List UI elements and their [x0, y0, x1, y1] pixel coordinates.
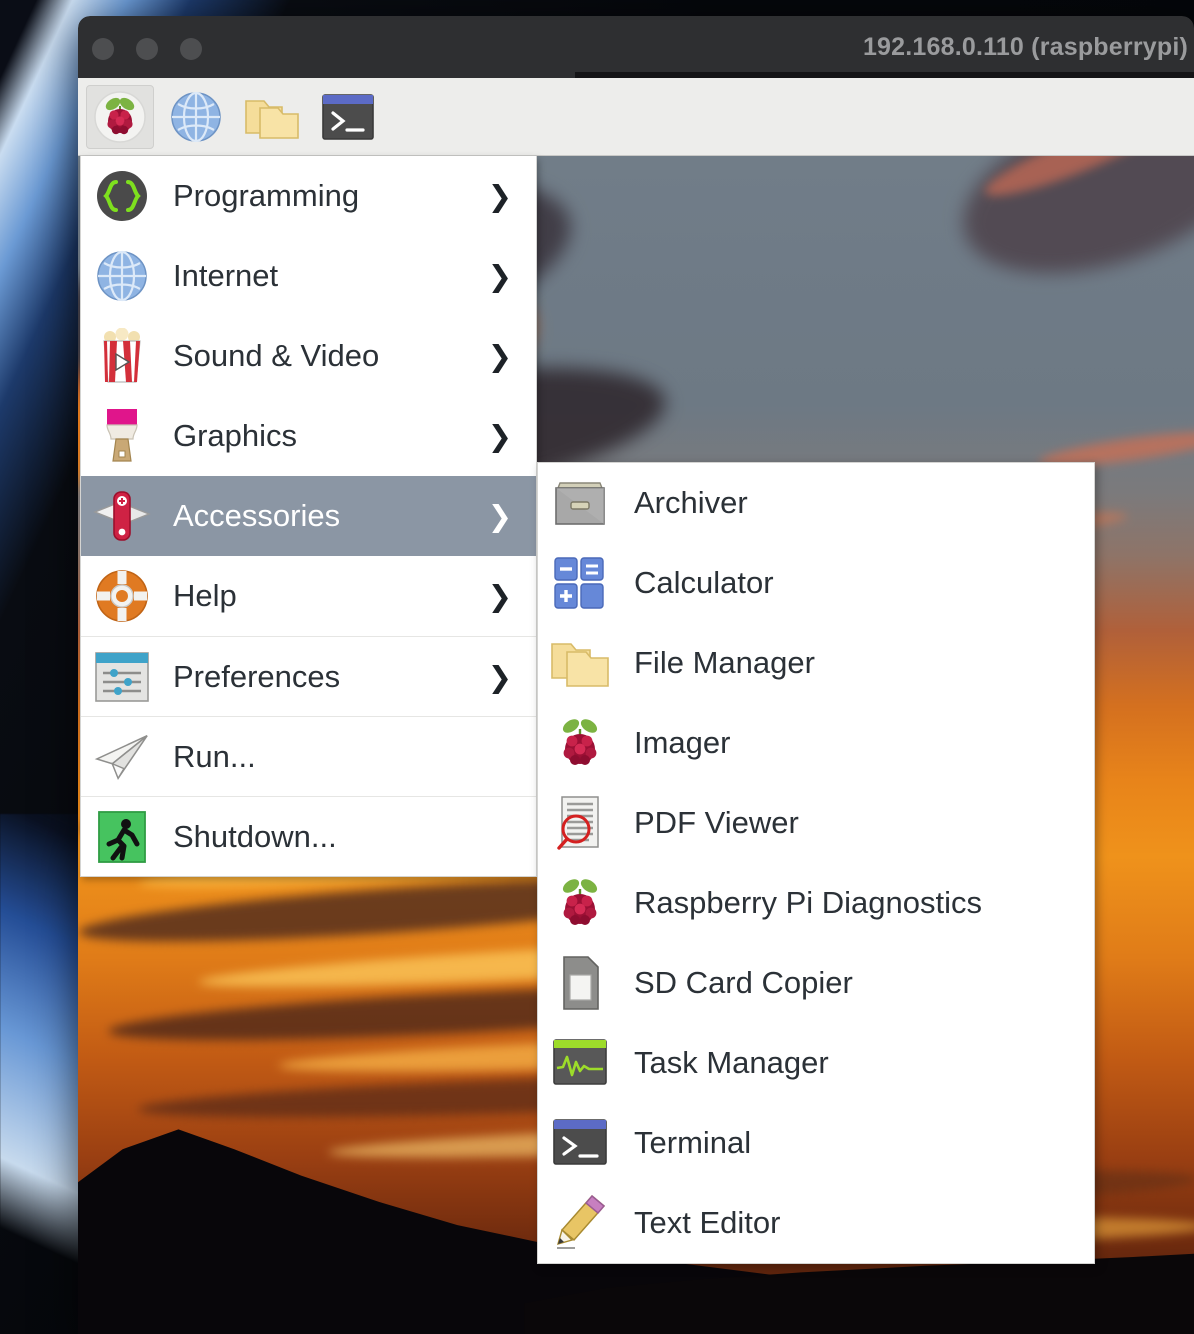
task-monitor-icon — [548, 1032, 612, 1094]
window-titlebar[interactable]: 192.168.0.110 (raspberrypi) — [78, 16, 1194, 78]
submenu-item-pdf-viewer[interactable]: PDF Viewer — [538, 783, 1094, 863]
submenu-item-sd-card-copier[interactable]: SD Card Copier — [538, 943, 1094, 1023]
submenu-item-file-manager[interactable]: File Manager — [538, 623, 1094, 703]
lifebuoy-icon — [93, 567, 151, 625]
window-title: 192.168.0.110 (raspberrypi) — [862, 32, 1188, 61]
exit-running-icon — [93, 808, 151, 866]
menu-item-label: Help — [173, 578, 237, 613]
close-button[interactable] — [92, 38, 114, 60]
menu-item-label: Programming — [173, 178, 360, 213]
chevron-right-icon: ❯ — [487, 499, 512, 533]
submenu-item-label: Calculator — [634, 565, 774, 600]
menu-item-label: Run... — [173, 738, 256, 774]
pdf-magnifier-icon — [548, 792, 612, 854]
popcorn-icon — [93, 327, 151, 385]
terminal-icon — [548, 1112, 612, 1174]
menu-item-sound-video[interactable]: Sound & Video ❯ — [81, 316, 536, 396]
web-browser-button[interactable] — [162, 85, 230, 149]
menu-item-label: Preferences — [173, 658, 341, 694]
pencil-icon — [548, 1192, 612, 1254]
submenu-item-task-manager[interactable]: Task Manager — [538, 1023, 1094, 1103]
menu-item-label: Graphics — [173, 418, 298, 453]
chevron-right-icon: ❯ — [487, 659, 512, 694]
sd-card-icon — [548, 952, 612, 1014]
menu-item-label: Accessories — [173, 498, 341, 533]
raspberry-pi-icon — [94, 90, 146, 143]
globe-icon — [171, 91, 221, 142]
menu-item-shutdown[interactable]: Shutdown... — [81, 796, 536, 876]
submenu-item-label: PDF Viewer — [634, 805, 799, 840]
swiss-knife-icon — [93, 487, 151, 545]
folders-icon — [245, 99, 299, 139]
menu-item-graphics[interactable]: Graphics ❯ — [81, 396, 536, 476]
submenu-item-archiver[interactable]: Archiver — [538, 463, 1094, 543]
file-manager-button[interactable] — [238, 85, 306, 149]
menu-item-label: Internet — [173, 258, 279, 293]
submenu-item-label: File Manager — [634, 645, 815, 680]
application-menu: Programming ❯ Internet ❯ Sound & Video ❯… — [80, 156, 537, 877]
menu-item-preferences[interactable]: Preferences ❯ — [81, 636, 536, 716]
menu-item-label: Sound & Video — [173, 338, 380, 373]
zoom-button[interactable] — [180, 38, 202, 60]
chevron-right-icon: ❯ — [487, 259, 512, 293]
chevron-right-icon: ❯ — [487, 579, 512, 613]
raspberry-menu-button[interactable] — [86, 84, 154, 149]
chevron-right-icon: ❯ — [487, 179, 512, 213]
submenu-item-label: Raspberry Pi Diagnostics — [634, 885, 983, 920]
minimize-button[interactable] — [136, 38, 158, 60]
terminal-icon — [322, 93, 374, 140]
globe-icon — [93, 247, 151, 305]
paintbrush-icon — [93, 407, 151, 465]
submenu-item-label: Imager — [634, 725, 731, 760]
archive-box-icon — [548, 472, 612, 534]
terminal-button[interactable] — [314, 85, 382, 149]
menu-item-label: Shutdown... — [173, 818, 337, 854]
taskbar-panel — [78, 78, 1194, 156]
chevron-right-icon: ❯ — [487, 419, 512, 453]
submenu-item-label: SD Card Copier — [634, 965, 853, 1000]
code-braces-icon — [93, 167, 151, 225]
sliders-icon — [93, 648, 151, 706]
submenu-item-imager[interactable]: Imager — [538, 703, 1094, 783]
folders-icon — [548, 632, 612, 694]
accessories-submenu: Archiver Calculator File Manager Imager … — [537, 462, 1095, 1264]
menu-item-run[interactable]: Run... — [81, 716, 536, 796]
raspberry-pi-icon — [548, 712, 612, 774]
submenu-item-label: Text Editor — [634, 1205, 781, 1240]
submenu-item-raspberry-pi-diagnostics[interactable]: Raspberry Pi Diagnostics — [538, 863, 1094, 943]
submenu-item-label: Terminal — [634, 1125, 752, 1160]
submenu-item-terminal[interactable]: Terminal — [538, 1103, 1094, 1183]
menu-item-internet[interactable]: Internet ❯ — [81, 236, 536, 316]
chevron-right-icon: ❯ — [487, 339, 512, 373]
raspberry-pi-icon — [548, 872, 612, 934]
window-controls[interactable] — [92, 38, 202, 60]
menu-item-help[interactable]: Help ❯ — [81, 556, 536, 636]
paper-plane-icon — [93, 728, 151, 786]
remote-desktop-screen: Programming ❯ Internet ❯ Sound & Video ❯… — [78, 78, 1194, 1334]
vnc-viewer-window: 192.168.0.110 (raspberrypi) Programming … — [78, 16, 1194, 1334]
menu-item-programming[interactable]: Programming ❯ — [81, 156, 536, 236]
calculator-icon — [548, 552, 612, 614]
submenu-item-label: Task Manager — [634, 1045, 829, 1080]
submenu-item-calculator[interactable]: Calculator — [538, 543, 1094, 623]
submenu-item-label: Archiver — [634, 485, 748, 520]
submenu-item-text-editor[interactable]: Text Editor — [538, 1183, 1094, 1263]
menu-item-accessories[interactable]: Accessories ❯ — [81, 476, 536, 556]
